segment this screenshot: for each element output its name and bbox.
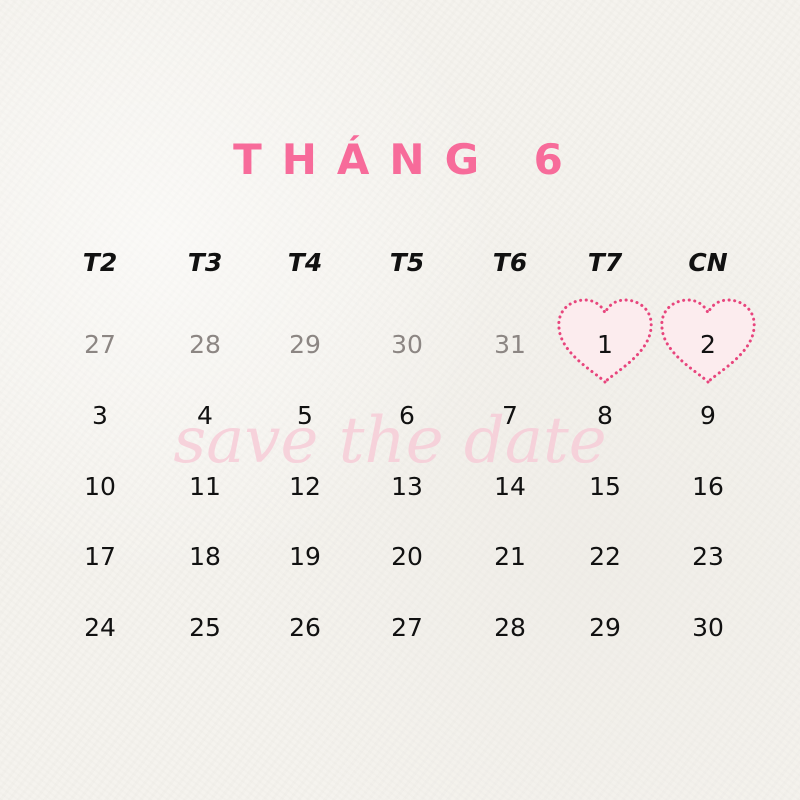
calendar-day: 10 xyxy=(84,471,116,501)
calendar-day: 3 xyxy=(92,400,108,430)
weekday-header: CN xyxy=(688,247,728,277)
calendar-day: 29 xyxy=(589,612,621,642)
prev-month-day: 28 xyxy=(189,329,221,359)
calendar-day: 22 xyxy=(589,541,621,571)
weekday-header: T7 xyxy=(587,247,623,277)
prev-month-day: 30 xyxy=(391,329,423,359)
prev-month-day: 27 xyxy=(84,329,116,359)
calendar-day: 9 xyxy=(700,400,716,430)
calendar-day: 8 xyxy=(597,400,613,430)
prev-month-day: 29 xyxy=(289,329,321,359)
calendar-day: 21 xyxy=(494,541,526,571)
weekday-header: T5 xyxy=(389,247,425,277)
calendar-day: 26 xyxy=(289,612,321,642)
highlighted-day: 1 xyxy=(597,329,613,359)
calendar-day: 23 xyxy=(692,541,724,571)
calendar-day: 4 xyxy=(197,400,213,430)
calendar-day: 25 xyxy=(189,612,221,642)
calendar-day: 7 xyxy=(502,400,518,430)
calendar-day: 14 xyxy=(494,471,526,501)
weekday-header: T3 xyxy=(187,247,223,277)
month-title: THÁNG 6 xyxy=(233,135,583,184)
calendar-day: 13 xyxy=(391,471,423,501)
weekday-header: T6 xyxy=(492,247,528,277)
calendar-day: 27 xyxy=(391,612,423,642)
weekday-header: T4 xyxy=(287,247,323,277)
calendar-day: 5 xyxy=(297,400,313,430)
calendar-day: 28 xyxy=(494,612,526,642)
calendar-day: 20 xyxy=(391,541,423,571)
prev-month-day: 31 xyxy=(494,329,526,359)
calendar-day: 6 xyxy=(399,400,415,430)
calendar-day: 11 xyxy=(189,471,221,501)
calendar-day: 17 xyxy=(84,541,116,571)
calendar-day: 19 xyxy=(289,541,321,571)
calendar-day: 24 xyxy=(84,612,116,642)
calendar-day: 18 xyxy=(189,541,221,571)
calendar-day: 30 xyxy=(692,612,724,642)
highlighted-day: 2 xyxy=(700,329,716,359)
calendar-day: 12 xyxy=(289,471,321,501)
calendar-day: 15 xyxy=(589,471,621,501)
calendar-day: 16 xyxy=(692,471,724,501)
weekday-header: T2 xyxy=(82,247,118,277)
